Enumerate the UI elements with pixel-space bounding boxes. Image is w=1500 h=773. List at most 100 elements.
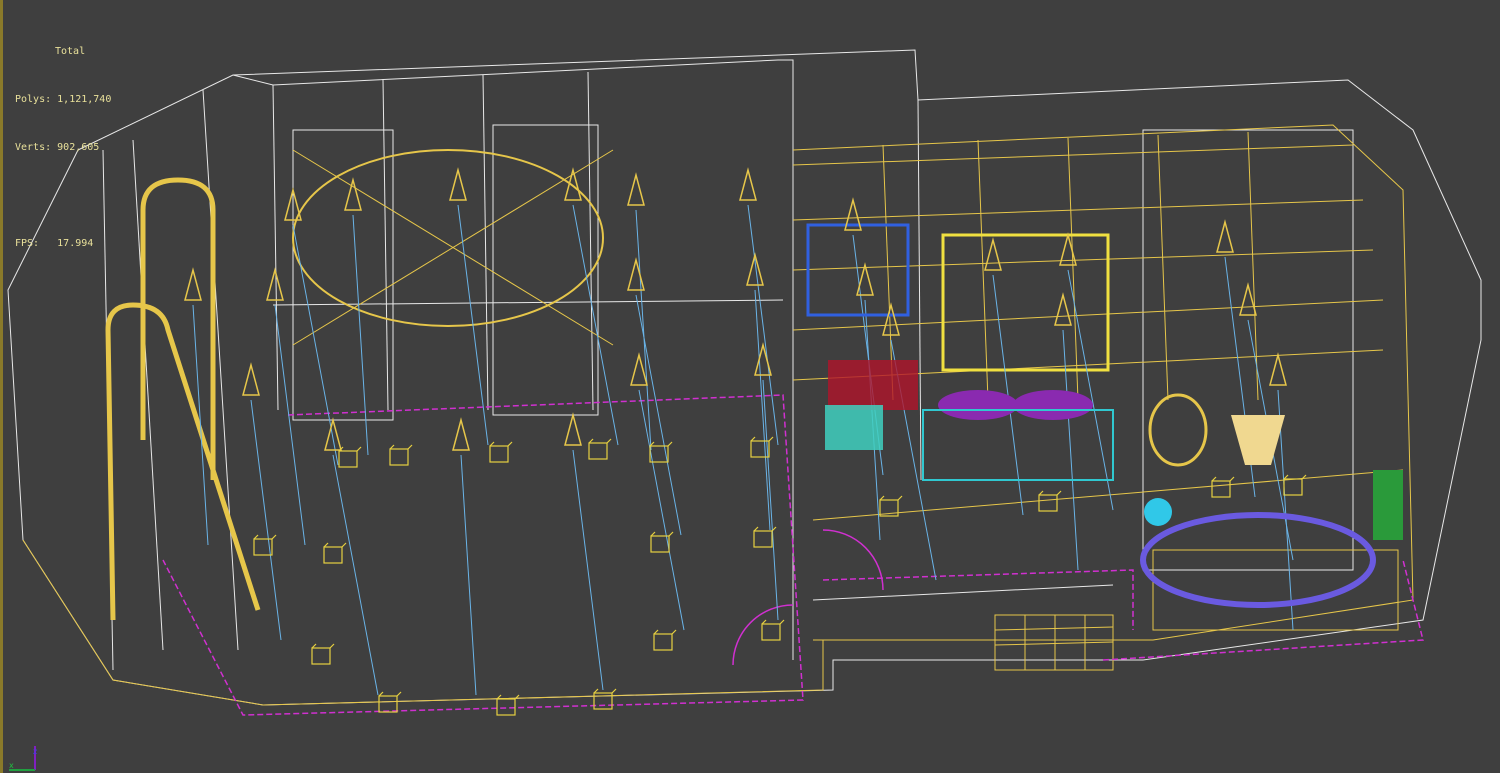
chair (825, 405, 883, 450)
light-box-edge (1283, 474, 1289, 480)
z-label: z (33, 747, 37, 756)
light-box (649, 445, 669, 463)
arched-door (105, 302, 261, 621)
light-box (588, 442, 608, 460)
tub-fixture (1144, 498, 1172, 526)
light-target-line (572, 449, 604, 691)
fps-label: FPS: (15, 238, 40, 249)
light-box (378, 695, 398, 713)
light-box-edge (588, 438, 594, 444)
light-box-edge (879, 495, 885, 501)
spotlight-icon (1054, 292, 1072, 326)
bathroom-fixtures (806, 223, 1403, 608)
cabinet (828, 360, 918, 410)
light-box-edge (271, 534, 277, 540)
light-box-edge (897, 495, 903, 501)
spotlight-icon (242, 362, 260, 396)
light-box-edge (1038, 490, 1044, 496)
polys-label: Polys: (15, 94, 52, 105)
light-box-edge (667, 441, 673, 447)
toilet (1148, 393, 1208, 467)
light-box (389, 448, 409, 466)
spotlight-icon (627, 257, 645, 291)
spotlight-icon (449, 167, 467, 201)
light-box-edge (611, 688, 617, 694)
light-box (1283, 478, 1303, 496)
light-box (1211, 480, 1231, 498)
stats-title: Total (55, 46, 86, 57)
light-box (489, 445, 509, 463)
light-target-line (635, 294, 682, 536)
polys-row: Polys: 1,121,740 (15, 92, 111, 108)
light-target-line (1067, 269, 1114, 511)
light-box (753, 530, 773, 548)
wall-panel (806, 223, 910, 317)
spotlight-icon (882, 302, 900, 336)
3d-viewport[interactable]: Total Polys: 1,121,740 Verts: 902,605 FP… (0, 0, 1500, 773)
light-box-edge (489, 441, 495, 447)
spotlight-icon (984, 237, 1002, 271)
polys-value: 1,121,740 (57, 94, 112, 105)
fps-row: FPS: 17.994 (15, 236, 111, 252)
light-target-line (754, 289, 771, 531)
light-target-line (460, 454, 477, 696)
spotlight-icon (1216, 219, 1234, 253)
spotlight-icon (1269, 352, 1287, 386)
light-box-edge (396, 691, 402, 697)
verts-label: Verts: (15, 142, 52, 153)
spotlight-icon (344, 177, 362, 211)
light-box-edge (671, 629, 677, 635)
fps-value: 17.994 (57, 238, 94, 249)
light-box-edge (341, 542, 347, 548)
verts-row: Verts: 902,605 (15, 140, 111, 156)
light-box (338, 450, 358, 468)
verts-value: 902,605 (57, 142, 100, 153)
spotlight-icon (184, 267, 202, 301)
light-box-edge (606, 438, 612, 444)
light-target-line (747, 204, 779, 446)
plant (1373, 470, 1403, 540)
light-box-edge (750, 436, 756, 442)
light-box-edge (1229, 476, 1235, 482)
light-box-edge (768, 436, 774, 442)
light-target-line (762, 379, 779, 621)
light-target-line (332, 454, 379, 696)
spotlight-icon (627, 172, 645, 206)
light-box-edge (329, 643, 335, 649)
light-box-edge (507, 441, 513, 447)
light-box-edge (407, 444, 413, 450)
bathtub (1140, 512, 1376, 608)
light-box (496, 698, 516, 716)
light-box (311, 647, 331, 665)
light-box (323, 546, 343, 564)
spotlight-icon (324, 417, 342, 451)
vanity (922, 409, 1114, 481)
wireframe-scene[interactable] (3, 0, 1500, 773)
light-box-edge (1211, 476, 1217, 482)
light-box (653, 633, 673, 651)
axis-gizmo: z x (7, 740, 47, 773)
ceiling-chandelier-ring (292, 149, 604, 327)
x-label: x (9, 761, 14, 770)
sink-left (938, 390, 1018, 420)
spotlight-icon (564, 412, 582, 446)
spotlight-icon (630, 352, 648, 386)
spotlight-icon (739, 167, 757, 201)
spotlight-icon (856, 262, 874, 296)
light-box-edge (668, 531, 674, 537)
light-target-line (352, 214, 369, 456)
light-box-edge (1056, 490, 1062, 496)
light-target-line (192, 304, 209, 546)
bidet (1231, 415, 1285, 465)
light-box (650, 535, 670, 553)
spotlight-icon (266, 267, 284, 301)
light-box (750, 440, 770, 458)
light-target-line (638, 389, 685, 631)
light-box-edge (779, 619, 785, 625)
sink-right (1013, 390, 1093, 420)
light-box (1038, 494, 1058, 512)
light-box-edge (356, 446, 362, 452)
light-box (761, 623, 781, 641)
light-box-edge (389, 444, 395, 450)
spotlight-icon (452, 417, 470, 451)
